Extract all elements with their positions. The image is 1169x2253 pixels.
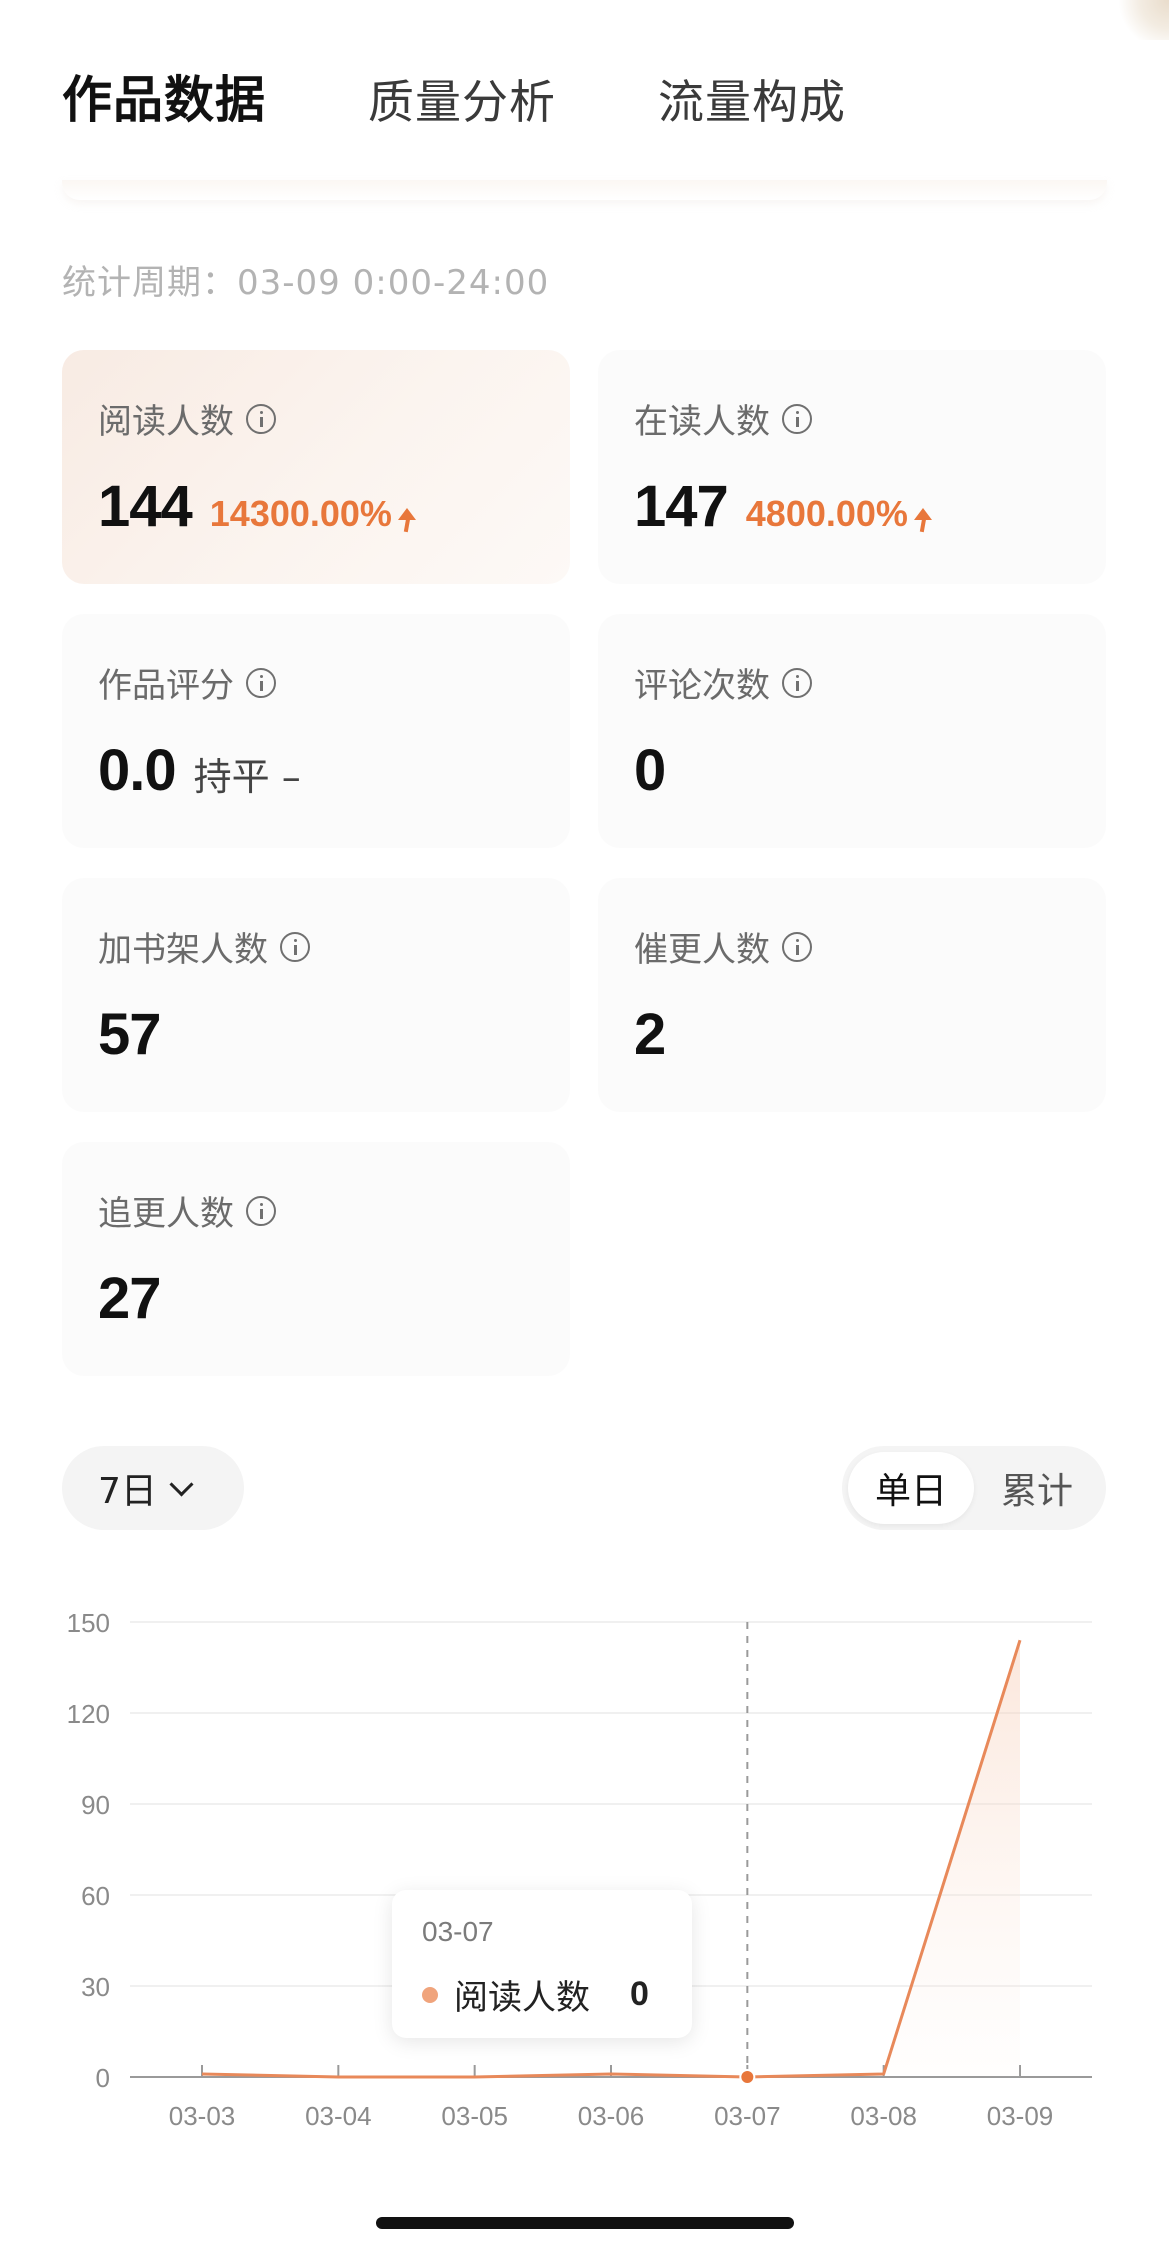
x-tick-label: 03-07	[714, 2101, 781, 2131]
metric-value: 0.0	[98, 738, 177, 803]
y-tick-label: 90	[81, 1790, 110, 1820]
toggle-daily[interactable]: 单日	[848, 1452, 974, 1524]
info-icon[interactable]	[246, 403, 276, 434]
metric-value: 147	[634, 474, 729, 539]
range-label: 7日	[98, 1471, 157, 1512]
data-point	[739, 2069, 756, 2085]
metric-label: 在读人数	[634, 402, 770, 442]
toggle-cumulative[interactable]: 累计	[974, 1452, 1100, 1524]
x-tick-label: 03-06	[578, 2101, 645, 2131]
metric-value: 144	[98, 474, 193, 539]
chevron-down-icon	[169, 1471, 194, 1497]
metric-change-flat: 持平 –	[193, 755, 301, 799]
arrow-up-icon	[397, 508, 416, 520]
tooltip-series-dot	[422, 1986, 438, 2003]
line-chart[interactable]: 030609012015003-03 03-04 03-05 03-06 03-07 03…	[0, 1590, 1169, 2150]
y-tick-label: 120	[67, 1699, 110, 1729]
metric-label: 作品评分	[98, 666, 234, 706]
tab-traffic-composition[interactable]: 流量构成	[658, 66, 846, 132]
tooltip-date: 03-07	[422, 1916, 494, 1947]
info-icon[interactable]	[246, 1195, 276, 1226]
metric-card-followers[interactable]: 追更人数 27	[62, 1142, 570, 1376]
metric-label: 追更人数	[98, 1194, 234, 1234]
metric-change: 4800.00%	[746, 493, 932, 535]
metric-change-text: 14300.00%	[209, 493, 392, 534]
x-tick-label: 03-05	[441, 2101, 508, 2131]
info-icon[interactable]	[782, 403, 812, 434]
metric-card-rating[interactable]: 作品评分 0.0 持平 –	[62, 614, 570, 848]
metric-card-readers[interactable]: 阅读人数 144 14300.00%	[62, 350, 570, 584]
metric-card-urge-update[interactable]: 催更人数 2	[598, 878, 1106, 1112]
x-tick-label: 03-04	[305, 2101, 372, 2131]
metric-change: 14300.00%	[210, 493, 416, 535]
range-dropdown[interactable]: 7日	[62, 1446, 244, 1530]
info-icon[interactable]	[280, 931, 310, 962]
mode-toggle: 单日 累计	[842, 1446, 1106, 1530]
tooltip-series-label: 阅读人数	[454, 1978, 590, 2018]
metric-value: 27	[98, 1266, 162, 1331]
metric-value: 57	[98, 1002, 162, 1067]
y-tick-label: 60	[81, 1881, 110, 1911]
home-indicator[interactable]	[376, 2217, 794, 2229]
metric-card-current-readers[interactable]: 在读人数 147 4800.00%	[598, 350, 1106, 584]
metric-label: 催更人数	[634, 930, 770, 970]
metric-change-text: 4800.00%	[745, 493, 908, 534]
stat-period: 统计周期：03-09 0:00-24:00	[62, 263, 550, 303]
tooltip-value: 0	[630, 1975, 649, 2013]
metric-label: 阅读人数	[98, 402, 234, 442]
tab-bar: 作品数据 质量分析 流量构成	[62, 60, 846, 132]
metric-label: 加书架人数	[98, 930, 268, 970]
tab-divider	[62, 180, 1107, 200]
metric-value: 0	[634, 738, 666, 803]
y-tick-label: 150	[67, 1608, 110, 1638]
x-tick-label: 03-03	[169, 2101, 236, 2131]
x-tick-label: 03-08	[850, 2101, 917, 2131]
x-tick-label: 03-09	[987, 2101, 1054, 2131]
info-icon[interactable]	[782, 931, 812, 962]
metric-card-comments[interactable]: 评论次数 0	[598, 614, 1106, 848]
y-tick-label: 30	[81, 1972, 110, 2002]
info-icon[interactable]	[782, 667, 812, 698]
info-icon[interactable]	[246, 667, 276, 698]
tab-work-data[interactable]: 作品数据	[62, 60, 266, 132]
arrow-up-icon	[913, 508, 932, 520]
metric-label: 评论次数	[634, 666, 770, 706]
metric-value: 2	[634, 1002, 666, 1067]
tab-quality-analysis[interactable]: 质量分析	[368, 66, 556, 132]
y-tick-label: 0	[96, 2063, 110, 2093]
corner-shade	[1109, 0, 1169, 40]
chart-tooltip: 03-07 阅读人数 0	[392, 1890, 692, 2038]
metric-card-bookshelf[interactable]: 加书架人数 57	[62, 878, 570, 1112]
